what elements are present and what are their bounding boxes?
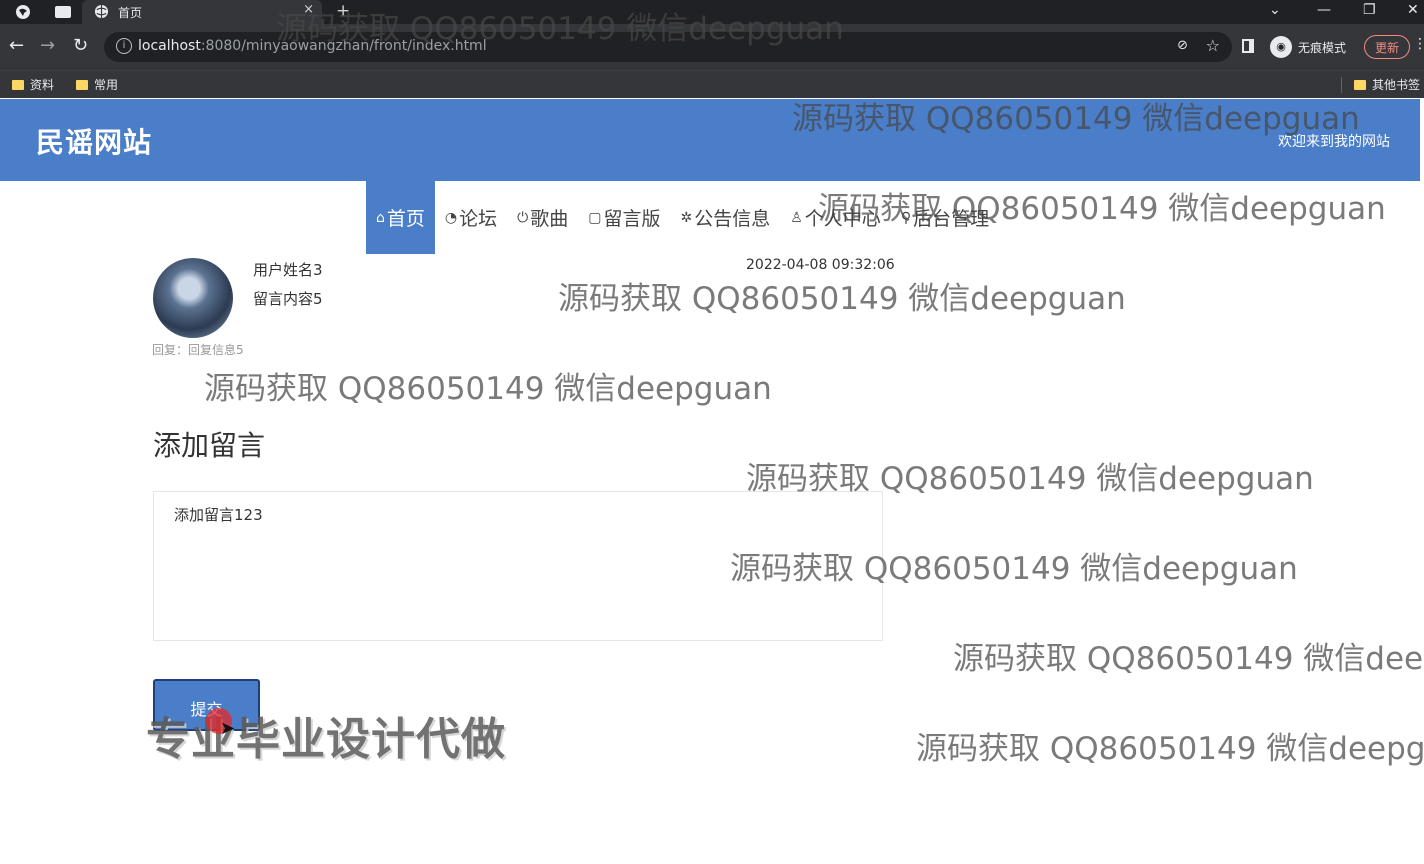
bookmark-folder-changyong[interactable]: 常用 (76, 76, 118, 93)
avatar (153, 258, 233, 338)
incognito-indicator[interactable]: ◉ 无痕模式 (1270, 36, 1346, 58)
gauge-icon: ◔ (444, 209, 458, 226)
nav-label: 论坛 (459, 208, 498, 230)
watermark: 源码获取 QQ86050149 微信deepguan (558, 281, 1126, 317)
nav-label: 歌曲 (530, 208, 569, 230)
nav-item-songs[interactable]: ⏻ 歌曲 (507, 181, 578, 254)
bookmark-label: 其他书签 (1372, 78, 1421, 92)
bookmark-label: 资料 (30, 78, 55, 92)
message-timestamp: 2022-04-08 09:32:06 (746, 257, 895, 273)
tab-close-icon[interactable]: × (303, 2, 314, 17)
nav-item-guestbook[interactable]: ▢ 留言版 (578, 181, 670, 254)
browser-profile-icon[interactable] (14, 3, 32, 21)
watermark: 源码获取 QQ86050149 微信deepguan (204, 371, 772, 407)
nav-item-admin[interactable]: ⚲ 后台管理 (891, 181, 999, 254)
popup-blocked-icon[interactable]: ⊘ (1177, 38, 1188, 53)
browser-tabstrip: 首页 × + ⌄ — ❐ ✕ (0, 0, 1424, 24)
new-tab-icon[interactable]: + (336, 1, 350, 21)
folder-icon (76, 79, 88, 90)
message-reply: 回复：回复信息5 (152, 343, 244, 357)
update-button[interactable]: 更新 (1364, 35, 1410, 59)
nav-label: 留言版 (603, 208, 661, 230)
site-title[interactable]: 民谣网站 (36, 121, 152, 161)
site-header: 民谣网站 欢迎来到我的网站 (0, 99, 1420, 181)
tab-home[interactable]: 首页 × (82, 0, 322, 24)
nav-label: 个人中心 (804, 208, 881, 230)
url-text: localhost:8080/minyaowangzhan/front/inde… (138, 38, 487, 54)
site-info-icon[interactable]: i (116, 38, 132, 54)
tab-title: 首页 (118, 6, 143, 20)
folder-icon (12, 79, 24, 90)
user-icon: ♙ (790, 209, 803, 226)
message-textarea[interactable]: 添加留言123 (153, 491, 883, 641)
incognito-icon: ◉ (1270, 36, 1292, 58)
nav-label: 公告信息 (694, 208, 771, 230)
home-icon: ⌂ (376, 209, 385, 226)
nav-label: 后台管理 (913, 208, 990, 230)
power-icon: ⏻ (517, 209, 529, 226)
menu-kebab-icon[interactable]: ⋮ (1413, 36, 1424, 52)
tab-search-icon[interactable] (54, 3, 72, 21)
folder-icon (1354, 79, 1366, 90)
bookmark-label: 常用 (94, 78, 119, 92)
bookmark-other[interactable]: 其他书签 (1354, 76, 1420, 93)
nav-item-profile[interactable]: ♙ 个人中心 (780, 181, 891, 254)
message-content: 留言内容5 (253, 290, 323, 308)
incognito-label: 无痕模式 (1298, 40, 1347, 55)
bookmarks-divider (1341, 77, 1342, 93)
watermark: 源码获取 QQ86050149 微信deepguan (916, 731, 1424, 767)
watermark: 源码获取 QQ86050149 微信deepguan (953, 641, 1424, 677)
mouse-cursor-icon: ➤ (220, 718, 236, 739)
add-message-heading: 添加留言 (153, 429, 266, 462)
restore-icon[interactable]: ❐ (1363, 2, 1376, 18)
nav-label: 首页 (386, 208, 425, 230)
nav-item-notices[interactable]: ✲ 公告信息 (670, 181, 780, 254)
nav-item-forum[interactable]: ◔ 论坛 (435, 181, 507, 254)
loader-icon: ✲ (680, 209, 693, 226)
overlay-banner: 专业毕业设计代做 (146, 714, 506, 765)
back-icon[interactable]: ← (9, 35, 24, 56)
window-close-icon[interactable]: ✕ (1407, 2, 1419, 18)
address-bar[interactable]: i localhost:8080/minyaowangzhan/front/in… (104, 32, 1232, 62)
minimize-icon[interactable]: — (1317, 2, 1331, 18)
message-username: 用户姓名3 (253, 261, 323, 279)
main-nav: ⌂ 首页 ◔ 论坛 ⏻ 歌曲 ▢ 留言版 ✲ 公告信息 ♙ 个人中心 ⚲ 后台管… (366, 181, 999, 254)
side-panel-icon[interactable] (1242, 39, 1254, 53)
site-welcome: 欢迎来到我的网站 (1278, 134, 1390, 150)
tab-list-chevron-icon[interactable]: ⌄ (1269, 2, 1281, 18)
note-icon: ▢ (588, 209, 602, 226)
forward-icon[interactable]: → (40, 35, 55, 56)
globe-icon (94, 4, 109, 22)
reload-icon[interactable]: ↻ (73, 35, 88, 56)
bookmark-star-icon[interactable]: ☆ (1206, 36, 1220, 55)
bookmark-folder-ziliao[interactable]: 资料 (12, 76, 54, 93)
nav-item-home[interactable]: ⌂ 首页 (366, 181, 435, 254)
bookmarks-bar: 资料 常用 其他书签 (0, 70, 1424, 98)
link-icon: ⚲ (900, 209, 912, 226)
browser-toolbar: ← → ↻ i localhost:8080/minyaowangzhan/fr… (0, 24, 1424, 70)
